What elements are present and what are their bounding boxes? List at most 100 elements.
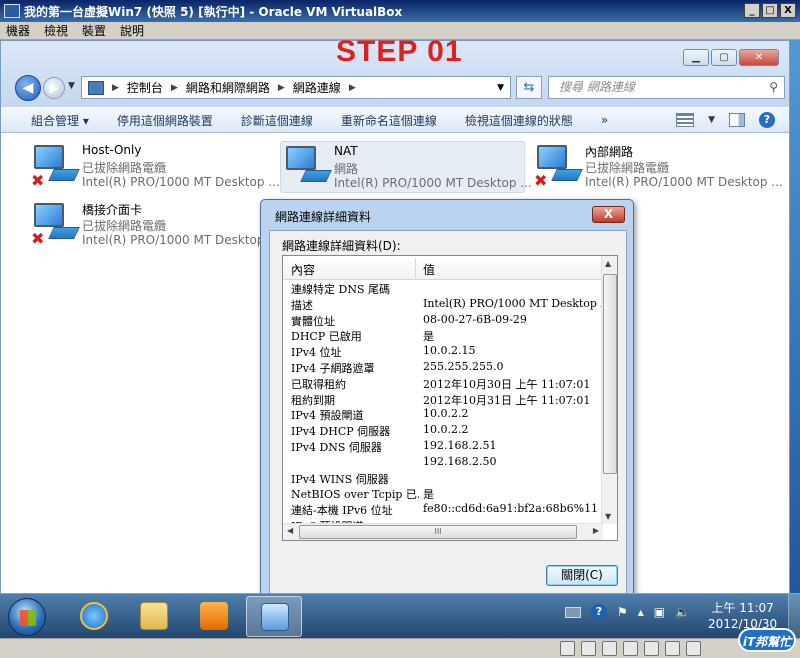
property-value: 08-00-27-6B-09-29 (423, 312, 527, 326)
maximize-button[interactable]: □ (762, 3, 778, 18)
column-header-value[interactable]: 值 (423, 261, 435, 278)
scroll-up-icon[interactable]: ▲ (605, 259, 611, 268)
list-item[interactable]: IPv4 位址 10.0.2.15 (283, 343, 603, 359)
taskbar-network-connections[interactable] (246, 596, 302, 637)
property-value: 192.168.2.51 (423, 438, 497, 452)
view-status-button[interactable]: 檢視這個連線的狀態 (465, 112, 573, 129)
disable-device-button[interactable]: 停用這個網路裝置 (117, 112, 213, 129)
folder-icon (140, 602, 168, 630)
menu-devices[interactable]: 裝置 (82, 22, 106, 39)
vertical-scrollbar[interactable]: ▲ ▼ (601, 256, 617, 524)
details-list[interactable]: 內容 值 連線特定 DNS 尾碼 描述 Intel(R) PRO/1000 MT D… (282, 255, 618, 541)
breadcrumb-network-internet[interactable]: 網路和網際網路 (186, 79, 270, 96)
scroll-left-icon[interactable]: ◀ (287, 526, 293, 535)
list-item[interactable]: IPv4 WINS 伺服器 (283, 470, 603, 486)
network-status-icon[interactable] (623, 641, 638, 656)
shared-folder-icon[interactable] (644, 641, 659, 656)
scroll-right-icon[interactable]: ▶ (593, 526, 599, 535)
explorer-maximize-button[interactable]: ▢ (711, 49, 737, 66)
minimize-button[interactable]: _ (744, 3, 760, 18)
menu-help[interactable]: 說明 (120, 22, 144, 39)
connection-nat[interactable]: NAT 網路 Intel(R) PRO/1000 MT Desktop ... (280, 141, 532, 193)
list-item[interactable]: 已取得租約 2012年10月30日 上午 11:07:01 (283, 375, 603, 391)
property-value: 2012年10月31日 上午 11:07:01 (423, 393, 591, 407)
property-name: IPv4 DHCP 伺服器 (291, 425, 391, 439)
close-dialog-button[interactable]: 關閉(C) (546, 565, 618, 586)
breadcrumb-network-connections[interactable]: 網路連線 (293, 79, 341, 96)
horizontal-scroll-thumb[interactable]: III (299, 525, 577, 539)
organize-button[interactable]: 組合管理 ▾ (31, 112, 89, 129)
list-item[interactable]: IPv4 DHCP 伺服器 10.0.2.2 (283, 422, 603, 438)
connection-bridged[interactable]: ✖ 橋接介面卡 已拔除網路電纜 Intel(R) PRO/1000 MT Des… (29, 199, 280, 251)
list-item[interactable]: DHCP 已啟用 是 (283, 327, 603, 343)
refresh-button[interactable]: ⇆ (516, 76, 542, 99)
menu-view[interactable]: 檢視 (44, 22, 68, 39)
network-cable-icon (300, 170, 332, 182)
dialog-close-icon[interactable]: X (592, 206, 625, 223)
list-item[interactable]: IPv4 DNS 伺服器 192.168.2.51 (283, 438, 603, 454)
property-value: 10.0.2.2 (423, 407, 469, 421)
column-header-property[interactable]: 內容 (291, 261, 315, 278)
usb-icon[interactable] (602, 641, 617, 656)
diagnose-button[interactable]: 診斷這個連線 (241, 112, 313, 129)
list-item[interactable]: NetBIOS over Tcpip 已... 是 (283, 485, 603, 501)
preview-pane-icon[interactable] (729, 113, 745, 127)
search-input[interactable]: 搜尋 網路連線 ⚲ (548, 76, 785, 99)
network-tray-icon[interactable]: ▣ (654, 605, 665, 619)
action-center-icon[interactable]: ⚑ (617, 605, 628, 619)
host-key-icon[interactable] (686, 641, 701, 656)
menu-machine[interactable]: 機器 (6, 22, 30, 39)
list-item[interactable]: 連線特定 DNS 尾碼 (283, 280, 603, 296)
search-icon[interactable]: ⚲ (769, 77, 778, 98)
mouse-integration-icon[interactable] (665, 641, 680, 656)
taskbar-media-player[interactable] (186, 596, 242, 637)
breadcrumb-separator-icon[interactable]: ▶ (278, 83, 285, 93)
help-icon[interactable]: ? (759, 112, 775, 128)
forward-button[interactable]: ▶ (43, 77, 65, 99)
back-button[interactable]: ◀ (15, 75, 41, 101)
keyboard-icon[interactable] (565, 606, 581, 618)
list-item[interactable]: 租約到期 2012年10月31日 上午 11:07:01 (283, 391, 603, 407)
explorer-minimize-button[interactable]: ▁ (683, 49, 709, 66)
scroll-down-icon[interactable]: ▼ (605, 512, 611, 521)
property-name: IPv4 預設閘道 (291, 409, 364, 423)
taskbar-explorer[interactable] (126, 596, 182, 637)
connection-name: NAT (334, 144, 358, 158)
connection-internal[interactable]: ✖ 內部網路 已拔除網路電纜 Intel(R) PRO/1000 MT Desk… (532, 141, 783, 193)
vbox-window-controls: _ □ X (744, 3, 796, 18)
list-item[interactable]: 連結-本機 IPv6 位址 fe80::cd6d:6a91:bf2a:68b6%1… (283, 501, 603, 517)
list-header: 內容 值 (283, 256, 603, 280)
taskbar-internet-explorer[interactable] (66, 596, 122, 637)
rename-button[interactable]: 重新命名這個連線 (341, 112, 437, 129)
close-button[interactable]: X (780, 3, 796, 18)
recent-pages-dropdown-icon[interactable]: ▼ (68, 81, 75, 91)
address-dropdown-icon[interactable]: ▼ (497, 83, 504, 93)
help-tray-icon[interactable]: ? (591, 604, 607, 620)
breadcrumb-separator-icon[interactable]: ▶ (349, 83, 356, 93)
column-divider[interactable] (415, 258, 416, 278)
list-item[interactable]: 描述 Intel(R) PRO/1000 MT Desktop Adap (283, 296, 603, 312)
breadcrumb-control-panel[interactable]: 控制台 (127, 79, 163, 96)
change-view-icon[interactable] (676, 113, 695, 127)
list-item[interactable]: IPv4 子網路遮罩 255.255.255.0 (283, 359, 603, 375)
volume-icon[interactable]: 🔈 (675, 605, 690, 619)
connection-host-only[interactable]: ✖ Host-Only 已拔除網路電纜 Intel(R) PRO/1000 MT… (29, 141, 280, 193)
address-bar[interactable]: ▶ 控制台 ▶ 網路和網際網路 ▶ 網路連線 ▶ ▼ (81, 76, 511, 99)
start-button[interactable] (8, 598, 46, 636)
show-hidden-icons-icon[interactable]: ▴ (638, 605, 644, 619)
property-name: IPv4 DNS 伺服器 (291, 440, 382, 454)
optical-drive-icon[interactable] (581, 641, 596, 656)
horizontal-scrollbar[interactable]: ◀ III ▶ (283, 523, 603, 540)
hard-disk-icon[interactable] (560, 641, 575, 656)
more-commands-button[interactable]: » (601, 113, 608, 127)
explorer-close-button[interactable]: ✕ (739, 49, 779, 66)
list-item[interactable]: 實體位址 08-00-27-6B-09-29 (283, 312, 603, 328)
breadcrumb-separator-icon[interactable]: ▶ (171, 83, 178, 93)
view-dropdown-icon[interactable]: ▼ (708, 115, 715, 125)
list-item[interactable]: IPv4 預設閘道 10.0.2.2 (283, 406, 603, 422)
property-value: 2012年10月30日 上午 11:07:01 (423, 377, 591, 391)
vertical-scroll-thumb[interactable] (603, 274, 617, 474)
breadcrumb-separator-icon[interactable]: ▶ (112, 83, 119, 93)
list-item[interactable]: 192.168.2.50 (283, 454, 603, 470)
property-name: IPv4 子網路遮罩 (291, 361, 375, 375)
